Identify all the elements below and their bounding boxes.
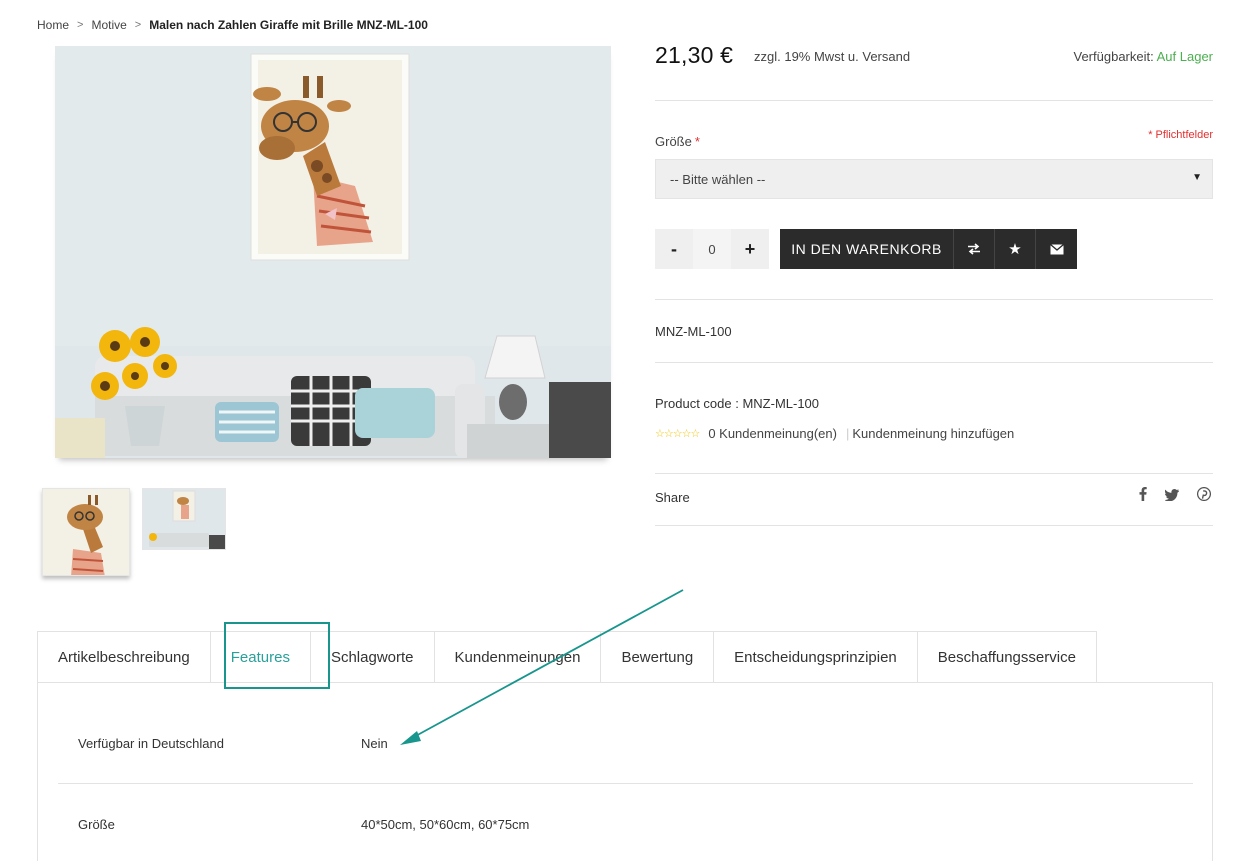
breadcrumb-current: Malen nach Zahlen Giraffe mit Brille MNZ… <box>149 18 428 32</box>
divider <box>58 783 1193 784</box>
product-code-label: Product code : <box>655 396 739 411</box>
product-sku: MNZ-ML-100 <box>655 324 732 339</box>
twitter-icon[interactable] <box>1164 488 1179 506</box>
feature-value: 40*50cm, 50*60cm, 60*75cm <box>361 817 530 832</box>
product-main-image[interactable] <box>55 46 611 458</box>
product-thumbnail-room[interactable] <box>142 488 226 550</box>
tab-kundenmeinungen[interactable]: Kundenmeinungen <box>433 631 602 683</box>
email-button[interactable] <box>1036 229 1077 269</box>
divider <box>655 100 1213 101</box>
tax-note: zzgl. 19% Mwst u. Versand <box>754 49 911 64</box>
review-count-link[interactable]: 0 Kundenmeinung(en) <box>708 426 837 441</box>
compare-button[interactable] <box>954 229 995 269</box>
tab-features[interactable]: Features <box>209 631 311 683</box>
size-select[interactable]: -- Bitte wählen -- ▼ <box>655 159 1213 199</box>
social-links <box>1139 486 1212 506</box>
breadcrumb-separator: > <box>134 19 142 31</box>
tab-beschaffungsservice[interactable]: Beschaffungsservice <box>916 631 1097 683</box>
availability: Verfügbarkeit: Auf Lager <box>1074 49 1214 64</box>
pinterest-icon[interactable] <box>1196 486 1212 506</box>
compare-icon <box>968 243 980 255</box>
quantity-decrease-button[interactable]: - <box>655 229 693 269</box>
breadcrumb: Home > Motive > Malen nach Zahlen Giraff… <box>37 18 428 32</box>
divider <box>655 473 1213 474</box>
required-marker: * <box>694 134 700 149</box>
product-code-value: MNZ-ML-100 <box>742 396 820 411</box>
quantity-stepper: - 0 + <box>655 229 769 269</box>
add-to-cart-button[interactable]: IN DEN WARENKORB <box>780 229 954 269</box>
cart-actions: IN DEN WARENKORB ★ <box>780 229 1077 269</box>
quantity-input[interactable]: 0 <box>693 229 731 269</box>
caret-down-icon: ▼ <box>1192 172 1202 183</box>
tab-artikelbeschreibung[interactable]: Artikelbeschreibung <box>37 631 211 683</box>
rating-separator: | <box>845 426 850 441</box>
wishlist-button[interactable]: ★ <box>995 229 1036 269</box>
envelope-icon <box>1049 243 1064 254</box>
product-code: Product code : MNZ-ML-100 <box>655 396 819 411</box>
breadcrumb-separator: > <box>77 19 84 31</box>
rating-stars: ☆☆☆☆☆ <box>655 428 700 440</box>
divider <box>655 525 1213 526</box>
feature-value: Nein <box>361 736 388 751</box>
product-tabs: Artikelbeschreibung Features Schlagworte… <box>37 631 1097 683</box>
required-note: * Pflichtfelder <box>1148 129 1213 141</box>
share-label: Share <box>655 490 690 505</box>
tab-entscheidungsprinzipien[interactable]: Entscheidungsprinzipien <box>713 631 918 683</box>
size-label-text: Größe <box>655 134 692 149</box>
feature-name: Größe <box>78 817 115 832</box>
product-price: 21,30 € <box>655 42 734 68</box>
product-thumbnail-painting[interactable] <box>42 488 130 576</box>
features-panel: Verfügbar in Deutschland Nein Größe 40*5… <box>37 682 1213 861</box>
divider <box>655 362 1213 363</box>
quantity-increase-button[interactable]: + <box>731 229 769 269</box>
tab-schlagworte[interactable]: Schlagworte <box>309 631 435 683</box>
size-label: Größe * <box>655 134 700 149</box>
breadcrumb-motive[interactable]: Motive <box>91 18 126 32</box>
size-select-value: -- Bitte wählen -- <box>670 172 766 187</box>
facebook-icon[interactable] <box>1139 487 1147 506</box>
tab-bewertung[interactable]: Bewertung <box>600 631 715 683</box>
availability-label: Verfügbarkeit: <box>1073 49 1154 64</box>
add-review-link[interactable]: Kundenmeinung hinzufügen <box>852 426 1014 441</box>
star-icon: ★ <box>1008 241 1022 258</box>
breadcrumb-home[interactable]: Home <box>37 18 69 32</box>
rating-row: ☆☆☆☆☆ 0 Kundenmeinung(en) | Kundenmeinun… <box>655 426 1014 441</box>
divider <box>655 299 1213 300</box>
feature-name: Verfügbar in Deutschland <box>78 736 224 751</box>
availability-value: Auf Lager <box>1156 49 1213 64</box>
